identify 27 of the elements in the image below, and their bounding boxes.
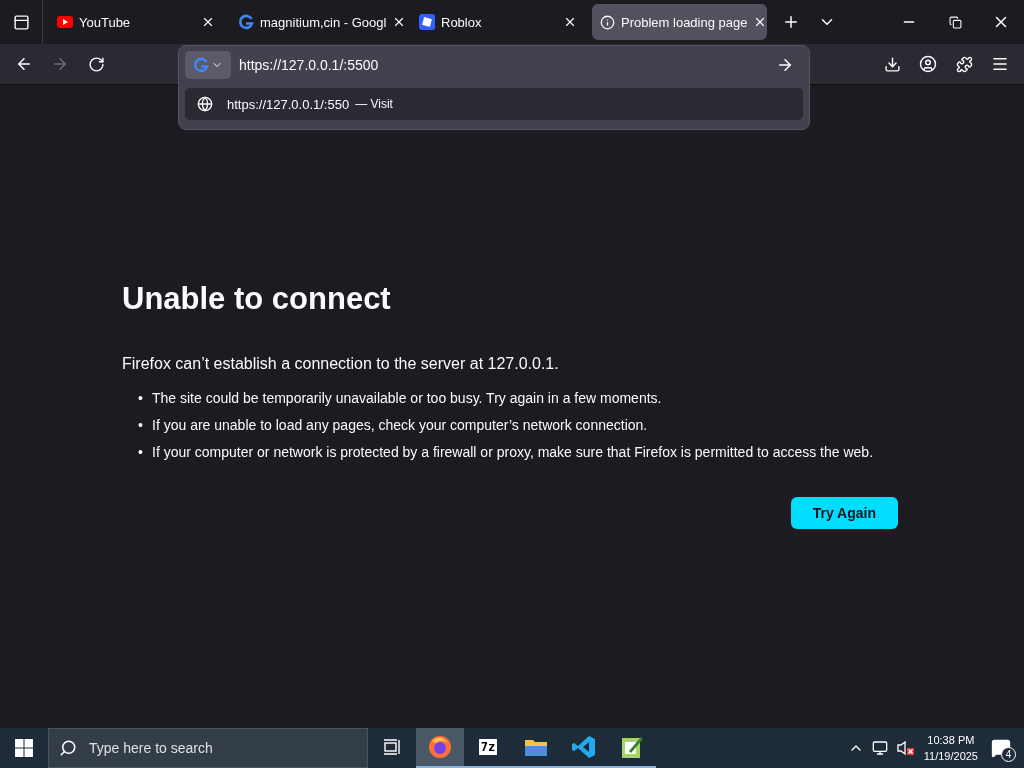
error-hint: The site could be temporarily unavailable or too busy. Try again in a few moments. bbox=[152, 389, 662, 408]
tab-title: YouTube bbox=[79, 14, 132, 30]
clock-date: 11/19/2025 bbox=[923, 749, 978, 764]
notification-count: 4 bbox=[1001, 747, 1016, 762]
suggestion-action: — Visit bbox=[355, 97, 393, 111]
notification-button[interactable]: 4 bbox=[986, 733, 1016, 763]
error-message: Firefox can’t establish a connection to the server at 127.0.0.1. bbox=[122, 355, 560, 373]
tab-title: Roblox bbox=[441, 14, 483, 30]
error-hint: If your computer or network is protected by a firewall or proxy, make sure that Firefox is permitted to access the web. bbox=[152, 443, 874, 462]
bullet: • bbox=[138, 443, 144, 462]
error-hint: If you are unable to load any pages, check your computer’s network connection. bbox=[152, 416, 648, 435]
error-title: Unable to connect bbox=[122, 281, 392, 317]
search-placeholder: Type here to search bbox=[89, 740, 213, 756]
taskbar-search-field[interactable]: Type here to search bbox=[48, 728, 368, 768]
bullet: • bbox=[138, 416, 144, 435]
tab-title: magnitium,cin - Googl bbox=[260, 14, 387, 30]
try-again-button[interactable]: Try Again bbox=[790, 497, 898, 529]
tab-title: Problem loading page bbox=[621, 14, 748, 30]
bullet: • bbox=[138, 389, 144, 408]
archive-app-icon[interactable]: 7z bbox=[478, 739, 498, 755]
browser-tab[interactable]: magnitium,cin - Googl bbox=[230, 4, 405, 40]
browser-tab[interactable]: Roblox bbox=[411, 4, 586, 40]
browser-tab[interactable]: YouTube bbox=[49, 4, 224, 40]
suggestion-url: https://127.0.0.1/:550 bbox=[227, 96, 350, 112]
clock-time: 10:38 PM bbox=[927, 733, 975, 748]
suggestion-row[interactable]: https://127.0.0.1/:550 — Visit bbox=[185, 88, 803, 120]
browser-tab[interactable]: Problem loading page bbox=[592, 4, 767, 40]
